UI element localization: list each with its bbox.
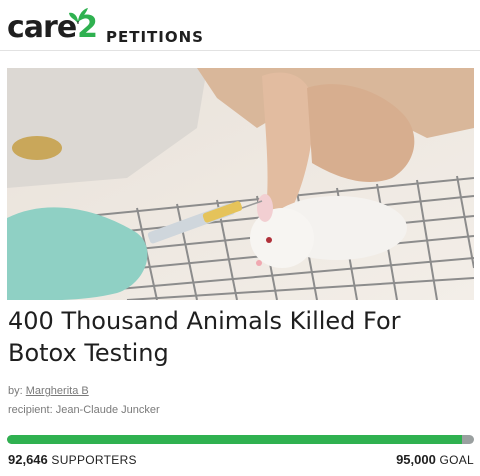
by-label: by: bbox=[8, 385, 23, 397]
section-title[interactable]: PETITIONS bbox=[106, 28, 204, 46]
recipient-line: recipient: Jean-Claude Juncker bbox=[8, 404, 160, 416]
petition-title[interactable]: 400 Thousand Animals Killed For Botox Te… bbox=[8, 305, 468, 369]
supporters-label: SUPPORTERS bbox=[51, 453, 137, 467]
signature-progress-bar bbox=[7, 435, 474, 444]
care2-logo[interactable]: care 2 bbox=[7, 8, 98, 47]
goal-count: 95,000 GOAL bbox=[396, 452, 474, 467]
recipient-name: Jean-Claude Juncker bbox=[55, 404, 160, 416]
logo-word: care bbox=[7, 10, 77, 45]
petition-image bbox=[7, 68, 474, 300]
signature-progress-fill bbox=[7, 435, 463, 444]
byline: by: Margherita B bbox=[8, 385, 89, 397]
goal-label: GOAL bbox=[439, 453, 474, 467]
butterfly-icon bbox=[69, 8, 88, 24]
supporters-number: 92,646 bbox=[8, 452, 48, 467]
author-link[interactable]: Margherita B bbox=[26, 385, 89, 397]
site-header: care 2 PETITIONS bbox=[0, 0, 480, 51]
supporters-count: 92,646 SUPPORTERS bbox=[8, 452, 137, 467]
recipient-label: recipient: bbox=[8, 404, 53, 416]
goal-number: 95,000 bbox=[396, 452, 436, 467]
